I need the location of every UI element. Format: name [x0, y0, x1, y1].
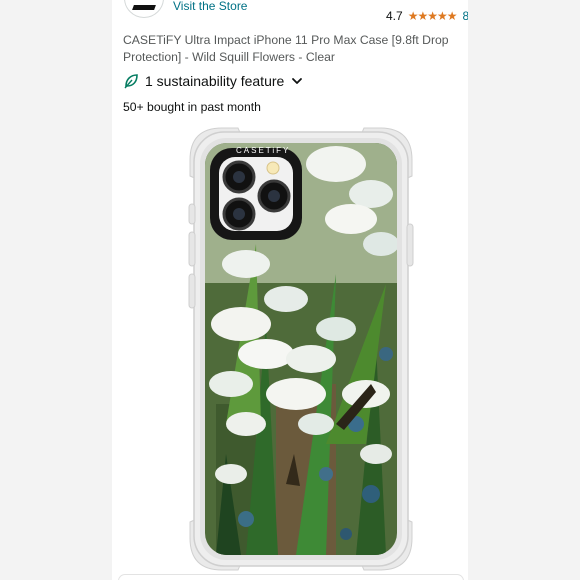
- rating-summary[interactable]: 4.7 ★★★★★ 8: [386, 9, 468, 23]
- star-rating-icon: ★★★★★: [407, 9, 458, 23]
- camera-flash: [266, 161, 280, 175]
- volume-up-button: [188, 231, 196, 267]
- logo-mark: [132, 5, 156, 10]
- visit-store-link[interactable]: Visit the Store: [173, 0, 247, 13]
- product-title: CASETiFY Ultra Impact iPhone 11 Pro Max …: [123, 33, 449, 64]
- bought-past-month: 50+ bought in past month: [123, 100, 261, 114]
- case-brand-text: CASETiFY: [236, 146, 290, 155]
- volume-down-button: [188, 273, 196, 309]
- product-page: Visit the Store 4.7 ★★★★★ 8 CASETiFY Ult…: [112, 0, 468, 580]
- chevron-down-icon: [292, 78, 303, 84]
- mute-switch: [188, 203, 196, 225]
- sustainability-label: 1 sustainability feature: [145, 73, 285, 89]
- product-image[interactable]: CASETiFY: [186, 124, 416, 574]
- left-margin: [0, 0, 112, 580]
- right-margin: [468, 0, 580, 580]
- bottom-sheet-handle: [118, 574, 464, 580]
- rating-count-link[interactable]: 8: [462, 9, 468, 23]
- sustainability-feature-toggle[interactable]: 1 sustainability feature: [123, 73, 304, 89]
- leaf-icon: [124, 74, 138, 89]
- rating-value: 4.7: [386, 9, 403, 23]
- brand-logo-icon[interactable]: [124, 0, 164, 18]
- power-button: [406, 223, 414, 267]
